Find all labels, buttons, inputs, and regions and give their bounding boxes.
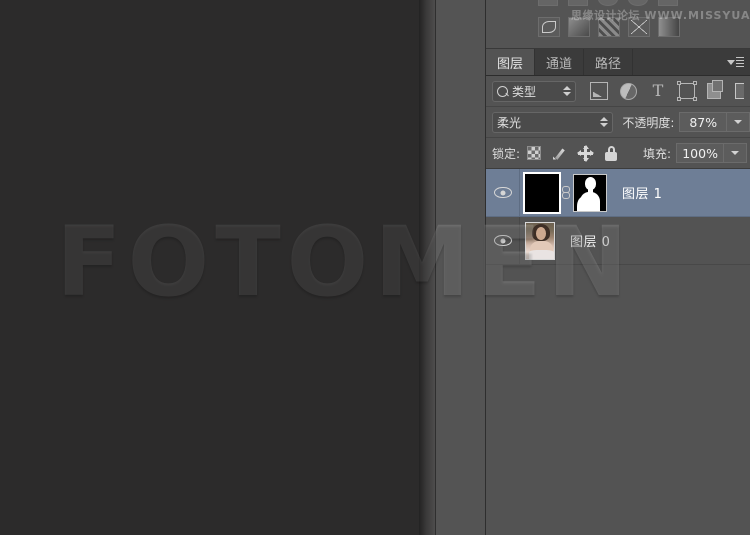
fill-chevron-down-icon[interactable] [724, 143, 748, 163]
blend-opacity-row: 柔光 不透明度: 87% [486, 107, 750, 138]
tab-channels[interactable]: 通道 [535, 49, 585, 75]
opacity-label: 不透明度: [622, 115, 675, 130]
lock-transparency-icon[interactable] [527, 146, 542, 160]
filter-overflow-icon[interactable] [735, 83, 744, 99]
preset-thumb-2[interactable] [568, 0, 588, 6]
lock-icon-group [527, 144, 619, 162]
opacity-input[interactable]: 87% [679, 112, 728, 132]
blend-mode-value: 柔光 [497, 115, 522, 130]
layer-thumbnail[interactable] [523, 171, 561, 214]
lock-image-icon[interactable] [552, 146, 567, 161]
search-icon [497, 85, 508, 97]
lock-all-icon[interactable] [604, 145, 619, 161]
fill-label: 填充: [643, 146, 672, 161]
table-row[interactable]: 图层 1 [486, 169, 750, 217]
lock-label: 锁定: [492, 146, 521, 161]
site-watermark: 思缘设计论坛 WWW.MISSYUAN.COM [571, 7, 750, 23]
layer-mask-thumbnail[interactable] [573, 173, 607, 212]
mask-link-icon[interactable] [559, 174, 573, 212]
filter-kind-label: 类型 [512, 84, 537, 99]
layer-name[interactable]: 图层 0 [570, 231, 610, 250]
outer-dock-strip [435, 0, 485, 535]
blend-stepper-icon[interactable] [600, 117, 609, 127]
filter-smartobject-icon[interactable] [707, 80, 723, 99]
layer-list[interactable]: 图层 1 图层 0 [486, 169, 750, 535]
document-canvas[interactable] [0, 0, 419, 535]
preset-thumb-3[interactable] [598, 0, 618, 6]
table-row[interactable]: 图层 0 [486, 217, 750, 265]
tab-bar-spacer [633, 49, 722, 75]
opacity-chevron-down-icon[interactable] [727, 112, 750, 132]
preset-thumb-1[interactable] [538, 0, 558, 6]
layer-thumbnails [523, 171, 607, 214]
preset-row-top [538, 0, 678, 6]
eye-icon [493, 235, 512, 246]
layer-thumbnails [525, 221, 555, 260]
filter-type-icon[interactable]: T [649, 82, 667, 100]
lock-fill-row: 锁定: 填充: 100% [486, 138, 750, 169]
filter-icon-group: T [590, 80, 744, 101]
filter-shape-icon[interactable] [677, 81, 697, 101]
photoshop-window: FOTOMEN 思缘设计论坛 WWW.MISSYUAN.COM [0, 0, 750, 535]
filter-kind-select[interactable]: 类型 [492, 80, 576, 102]
layers-panel: 思缘设计论坛 WWW.MISSYUAN.COM 图层 通道 路径 类型 [485, 0, 750, 535]
stepper-arrows-icon[interactable] [563, 86, 571, 96]
fill-input[interactable]: 100% [676, 143, 725, 163]
canvas-edge-shadow [419, 0, 435, 535]
site-watermark-url: WWW.MISSYUAN.COM [644, 9, 750, 22]
layer-visibility-toggle[interactable] [486, 169, 520, 216]
filter-pixel-icon[interactable] [590, 82, 608, 100]
site-watermark-cn: 思缘设计论坛 [571, 9, 640, 22]
adjustments-preset-strip: 思缘设计论坛 WWW.MISSYUAN.COM [486, 0, 750, 49]
layer-name[interactable]: 图层 1 [622, 183, 662, 202]
preset-curves-icon[interactable] [538, 17, 560, 37]
panel-menu-icon[interactable] [722, 49, 750, 75]
tab-layers[interactable]: 图层 [486, 49, 536, 75]
lock-position-icon[interactable] [577, 144, 595, 162]
layer-visibility-toggle[interactable] [486, 217, 520, 264]
eye-icon [493, 187, 512, 198]
preset-thumb-5[interactable] [658, 0, 678, 6]
blend-mode-select[interactable]: 柔光 [492, 111, 614, 133]
filter-adjustment-icon[interactable] [620, 82, 637, 100]
layer-thumbnail[interactable] [525, 221, 555, 260]
preset-thumb-4[interactable] [628, 0, 648, 6]
tab-paths[interactable]: 路径 [584, 49, 634, 75]
layer-filter-row: 类型 T [486, 76, 750, 107]
panel-tab-bar: 图层 通道 路径 [486, 49, 750, 76]
